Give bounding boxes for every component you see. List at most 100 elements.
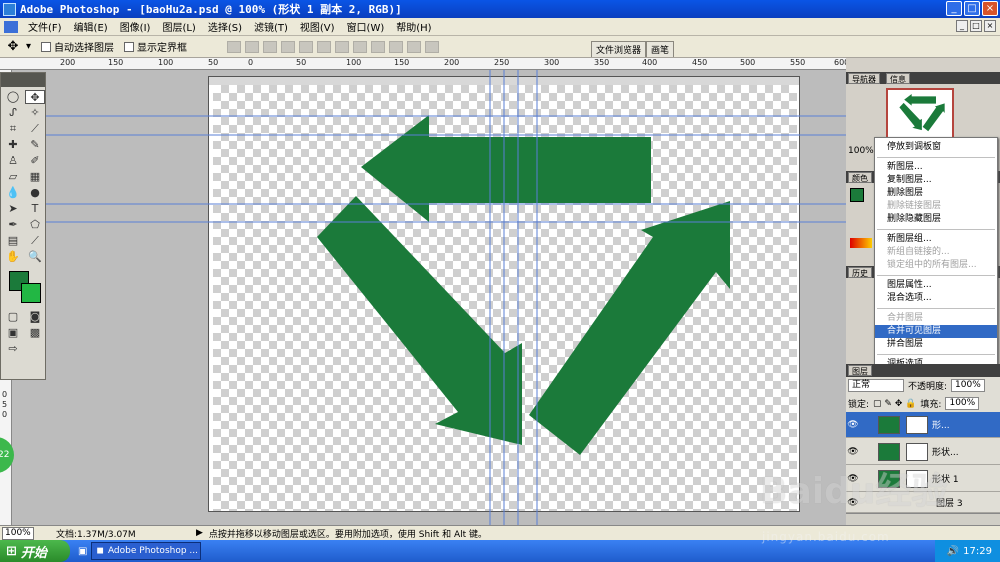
menu-item-dock[interactable]: 停放到调板窗 [875, 141, 997, 154]
menu-item-new-group[interactable]: 新图层组... [875, 233, 997, 246]
close-button[interactable]: × [982, 1, 998, 16]
arrow-right[interactable] [529, 201, 730, 455]
zoom-field[interactable]: 100% [2, 526, 34, 540]
doc-minimize-button[interactable]: _ [956, 20, 968, 32]
menu-item-merge-visible[interactable]: 合并可见图层 [875, 325, 997, 338]
align-right-icon[interactable] [317, 40, 332, 53]
distribute-bottom-icon[interactable] [371, 40, 386, 53]
layer-row[interactable]: 👁 形... [846, 412, 1000, 438]
fill-field[interactable]: 100% [945, 397, 980, 410]
align-bottom-icon[interactable] [263, 40, 278, 53]
menu-help[interactable]: 帮助(H) [390, 19, 437, 34]
tab-navigator[interactable]: 导航器 [848, 73, 880, 84]
maximize-button[interactable]: □ [964, 1, 980, 16]
navigator-zoom[interactable]: 100% [848, 146, 874, 156]
tool-preset-dropdown-icon[interactable]: ▾ [26, 41, 31, 52]
distribute-left-icon[interactable] [389, 40, 404, 53]
hand-tool-icon[interactable]: ✋ [3, 250, 23, 264]
full-screen-mode-icon[interactable]: ▩ [25, 326, 45, 340]
eye-icon[interactable]: 👁 [846, 420, 860, 430]
history-brush-tool-icon[interactable]: ✐ [25, 154, 45, 168]
eyedropper-tool-icon[interactable]: ⟋ [25, 234, 45, 248]
volume-icon[interactable]: 🔊 [947, 546, 959, 557]
distribute-vcenter-icon[interactable] [353, 40, 368, 53]
distribute-right-icon[interactable] [425, 40, 440, 53]
menu-image[interactable]: 图像(I) [114, 19, 157, 34]
eraser-tool-icon[interactable]: ▱ [3, 170, 23, 184]
doc-close-button[interactable]: × [984, 20, 996, 32]
screen-mode-icon[interactable]: ▣ [3, 326, 23, 340]
status-arrow-icon[interactable]: ▶ [196, 528, 203, 538]
brush-tool-icon[interactable]: ✎ [25, 138, 45, 152]
taskbar-photoshop-button[interactable]: ◼ Adobe Photoshop ... [91, 542, 202, 560]
menu-select[interactable]: 选择(S) [202, 19, 248, 34]
lock-icons[interactable]: ▢ ✎ ✥ 🔒 [873, 399, 916, 409]
distribute-top-icon[interactable] [335, 40, 350, 53]
ruler-horizontal[interactable]: 200 150 100 50 0 50 100 150 200 250 300 … [0, 58, 846, 70]
menu-item-blending-options[interactable]: 混合选项... [875, 292, 997, 305]
tab-color[interactable]: 颜色 [848, 172, 872, 183]
align-vcenter-icon[interactable] [245, 40, 260, 53]
menu-edit[interactable]: 编辑(E) [68, 19, 114, 34]
blend-mode-select[interactable]: 正常 [848, 379, 904, 392]
pen-tool-icon[interactable]: ✒ [3, 218, 23, 232]
show-bounds-checkbox[interactable]: 显示定界框 [124, 39, 187, 54]
jump-to-imageready-icon[interactable]: ⇨ [3, 342, 23, 356]
align-top-icon[interactable] [227, 40, 242, 53]
menu-item-layer-properties[interactable]: 图层属性... [875, 279, 997, 292]
type-tool-icon[interactable]: T [25, 202, 45, 216]
tab-file-browser[interactable]: 文件浏览器 [591, 41, 647, 57]
start-button[interactable]: ⊞ 开始 [0, 540, 70, 562]
path-selection-tool-icon[interactable]: ➤ [3, 202, 23, 216]
doc-restore-button[interactable]: □ [970, 20, 982, 32]
arrow-left[interactable] [317, 196, 522, 445]
notes-tool-icon[interactable]: ▤ [3, 234, 23, 248]
move-tool-icon[interactable]: ✥ [25, 90, 45, 104]
move-tool-icon[interactable]: ✥ [0, 39, 26, 54]
blur-tool-icon[interactable]: 💧 [3, 186, 23, 200]
menu-layer[interactable]: 图层(L) [156, 19, 201, 34]
clone-stamp-tool-icon[interactable]: ♙ [3, 154, 23, 168]
marquee-tool-icon[interactable]: ◯ [3, 90, 23, 104]
menu-item-delete-layer[interactable]: 删除图层 [875, 187, 997, 200]
tab-history[interactable]: 历史 [848, 267, 872, 278]
arrow-top[interactable] [361, 115, 651, 222]
slice-tool-icon[interactable]: ⟋ [25, 122, 45, 136]
dodge-tool-icon[interactable]: ● [25, 186, 45, 200]
magic-wand-tool-icon[interactable]: ✧ [25, 106, 45, 120]
auto-select-checkbox[interactable]: 自动选择图层 [41, 39, 114, 54]
minimize-button[interactable]: _ [946, 1, 962, 16]
menu-item-new-layer[interactable]: 新图层... [875, 161, 997, 174]
quick-mask-mode-icon[interactable]: ◙ [25, 310, 45, 324]
document-icon[interactable] [4, 20, 18, 33]
menu-window[interactable]: 窗口(W) [341, 19, 391, 34]
color-ramp[interactable] [850, 238, 872, 248]
toolbox-header[interactable] [1, 73, 45, 87]
menu-item-flatten[interactable]: 拼合图层 [875, 338, 997, 351]
eye-icon[interactable]: 👁 [846, 447, 860, 457]
distribute-hcenter-icon[interactable] [407, 40, 422, 53]
tab-layers[interactable]: 图层 [848, 365, 872, 376]
menu-view[interactable]: 视图(V) [294, 19, 341, 34]
quicklaunch-icon[interactable]: ▣ [78, 546, 87, 557]
menu-filter[interactable]: 滤镜(T) [248, 19, 294, 34]
gradient-tool-icon[interactable]: ▦ [25, 170, 45, 184]
background-color-swatch[interactable] [21, 283, 41, 303]
opacity-field[interactable]: 100% [951, 379, 985, 392]
tab-info[interactable]: 信息 [886, 73, 910, 84]
menu-item-delete-hidden[interactable]: 删除隐藏图层 [875, 213, 997, 226]
align-hcenter-icon[interactable] [299, 40, 314, 53]
panel-fg-swatch[interactable] [850, 188, 864, 202]
canvas[interactable] [213, 85, 797, 511]
shape-tool-icon[interactable]: ⬠ [25, 218, 45, 232]
healing-brush-tool-icon[interactable]: ✚ [3, 138, 23, 152]
navigator-thumbnail[interactable] [886, 88, 954, 140]
tab-brushes[interactable]: 画笔 [646, 41, 675, 57]
menu-file[interactable]: 文件(F) [22, 19, 68, 34]
lasso-tool-icon[interactable]: ᔑ [3, 106, 23, 120]
align-left-icon[interactable] [281, 40, 296, 53]
zoom-tool-icon[interactable]: 🔍 [25, 250, 45, 264]
menu-item-duplicate-layer[interactable]: 复制图层... [875, 174, 997, 187]
crop-tool-icon[interactable]: ⌗ [3, 122, 23, 136]
standard-mode-icon[interactable]: ▢ [3, 310, 23, 324]
